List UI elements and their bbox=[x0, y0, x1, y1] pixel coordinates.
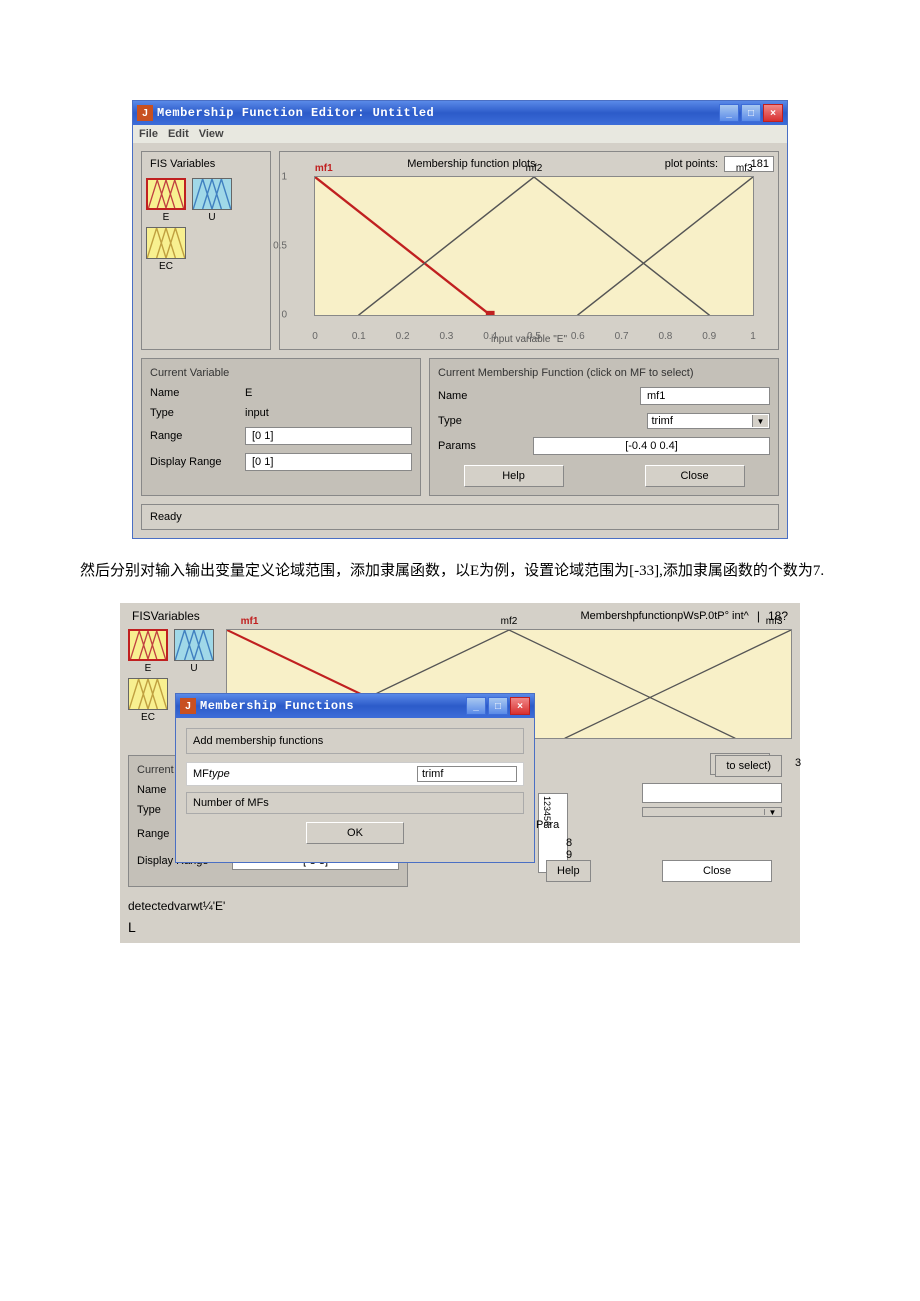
cmf-params-input[interactable] bbox=[533, 437, 770, 455]
dialog-app-icon: J bbox=[180, 698, 196, 714]
fis-var-ec[interactable] bbox=[146, 227, 186, 259]
detected-text: detectedvarwt¼'E' bbox=[120, 895, 800, 917]
plot-points-label: plot points: bbox=[665, 158, 718, 170]
body-paragraph: 然后分别对输入输出变量定义论域范围，添加隶属函数，以E为例，设置论域范围为[-3… bbox=[80, 559, 840, 583]
cv-drange-input[interactable] bbox=[245, 453, 412, 471]
img2-var-e[interactable] bbox=[128, 629, 168, 661]
var-e-label: E bbox=[146, 212, 186, 223]
mftype-select[interactable]: trimf bbox=[417, 766, 517, 782]
menu-file[interactable]: File bbox=[139, 128, 158, 140]
close-button-panel[interactable]: Close bbox=[645, 465, 745, 487]
img2-fis-title: FISVariables bbox=[132, 609, 200, 623]
dialog-titlebar[interactable]: J Membership Functions _ □ × bbox=[176, 694, 534, 718]
fis-var-u[interactable] bbox=[192, 178, 232, 210]
cmf-name-label: Name bbox=[438, 390, 533, 402]
maximize-button[interactable]: □ bbox=[741, 104, 761, 122]
dialog-maximize-button[interactable]: □ bbox=[488, 697, 508, 715]
cv-name-label: Name bbox=[150, 387, 245, 399]
menu-view[interactable]: View bbox=[199, 128, 224, 140]
cv-range-input[interactable] bbox=[245, 427, 412, 445]
cv-type-label: Type bbox=[150, 407, 245, 419]
main-area: FIS Variables E U bbox=[133, 143, 787, 538]
plot-title-label: Membership function plots bbox=[284, 158, 659, 170]
cv-title: Current Variable bbox=[150, 367, 412, 379]
titlebar[interactable]: J Membership Function Editor: Untitled _… bbox=[133, 101, 787, 125]
second-screenshot: FISVariables MembershpfunctionpWsP.0tP° … bbox=[120, 603, 800, 943]
cmf-title: Current Membership Function (click on MF… bbox=[438, 367, 770, 379]
menu-edit[interactable]: Edit bbox=[168, 128, 189, 140]
current-mf-panel: Current Membership Function (click on MF… bbox=[429, 358, 779, 496]
cv-type-value: input bbox=[245, 407, 412, 419]
dialog-close-button[interactable]: × bbox=[510, 697, 530, 715]
img2-var-ec[interactable] bbox=[128, 678, 168, 710]
mf-editor-window: J Membership Function Editor: Untitled _… bbox=[132, 100, 788, 539]
mftype-label: MFtype bbox=[193, 768, 288, 780]
chevron-down-icon: ▼ bbox=[764, 809, 780, 815]
cv-range-label: Range bbox=[150, 430, 245, 442]
img2-type-select[interactable]: ▼ bbox=[642, 807, 782, 817]
var-u-label: U bbox=[192, 212, 232, 223]
dialog-title: Membership Functions bbox=[200, 699, 466, 713]
plot-axes[interactable]: mf1 mf2 mf3 0 0.5 1 bbox=[314, 176, 754, 316]
window-title: Membership Function Editor: Untitled bbox=[157, 106, 719, 120]
close-button[interactable]: × bbox=[763, 104, 783, 122]
mf2-label: mf2 bbox=[526, 163, 543, 174]
var-ec-label: EC bbox=[146, 261, 186, 272]
status-bar: Ready bbox=[141, 504, 779, 530]
plot-panel: Membership function plots plot points: m… bbox=[279, 151, 779, 350]
to-select-text: to select) bbox=[715, 755, 782, 777]
img2-var-u[interactable] bbox=[174, 629, 214, 661]
fis-variables-panel: FIS Variables E U bbox=[141, 151, 271, 350]
ok-button[interactable]: OK bbox=[306, 822, 404, 844]
plot-svg bbox=[315, 177, 753, 315]
img2-name-input[interactable] bbox=[642, 783, 782, 803]
current-variable-panel: Current Variable Name E Type input Range… bbox=[141, 358, 421, 496]
dialog-minimize-button[interactable]: _ bbox=[466, 697, 486, 715]
minimize-button[interactable]: _ bbox=[719, 104, 739, 122]
fis-title: FIS Variables bbox=[146, 158, 266, 170]
add-mf-dialog: J Membership Functions _ □ × Add members… bbox=[175, 693, 535, 863]
menubar: File Edit View bbox=[133, 125, 787, 143]
dialog-section-label: Add membership functions bbox=[186, 728, 524, 754]
fis-var-e[interactable] bbox=[146, 178, 186, 210]
cmf-type-select[interactable]: trimf ▼ bbox=[647, 413, 771, 429]
cmf-type-label: Type bbox=[438, 415, 533, 427]
cmf-name-input[interactable] bbox=[640, 387, 770, 405]
mf1-label: mf1 bbox=[315, 163, 333, 174]
img2-header-right: MembershpfunctionpWsP.0tP° int^ bbox=[581, 610, 749, 622]
num-mfs-label: Number of MFs bbox=[193, 797, 313, 809]
img2-help-button[interactable]: Help bbox=[546, 860, 591, 882]
cv-drange-label: Display Range bbox=[150, 456, 245, 468]
window-controls: _ □ × bbox=[719, 104, 783, 122]
app-icon: J bbox=[137, 105, 153, 121]
chevron-down-icon: ▼ bbox=[752, 415, 768, 427]
cmf-params-label: Params bbox=[438, 440, 533, 452]
help-button[interactable]: Help bbox=[464, 465, 564, 487]
mf3-label: mf3 bbox=[736, 163, 753, 174]
cv-name-value: E bbox=[245, 387, 412, 399]
img2-close-button[interactable]: Close bbox=[662, 860, 772, 882]
